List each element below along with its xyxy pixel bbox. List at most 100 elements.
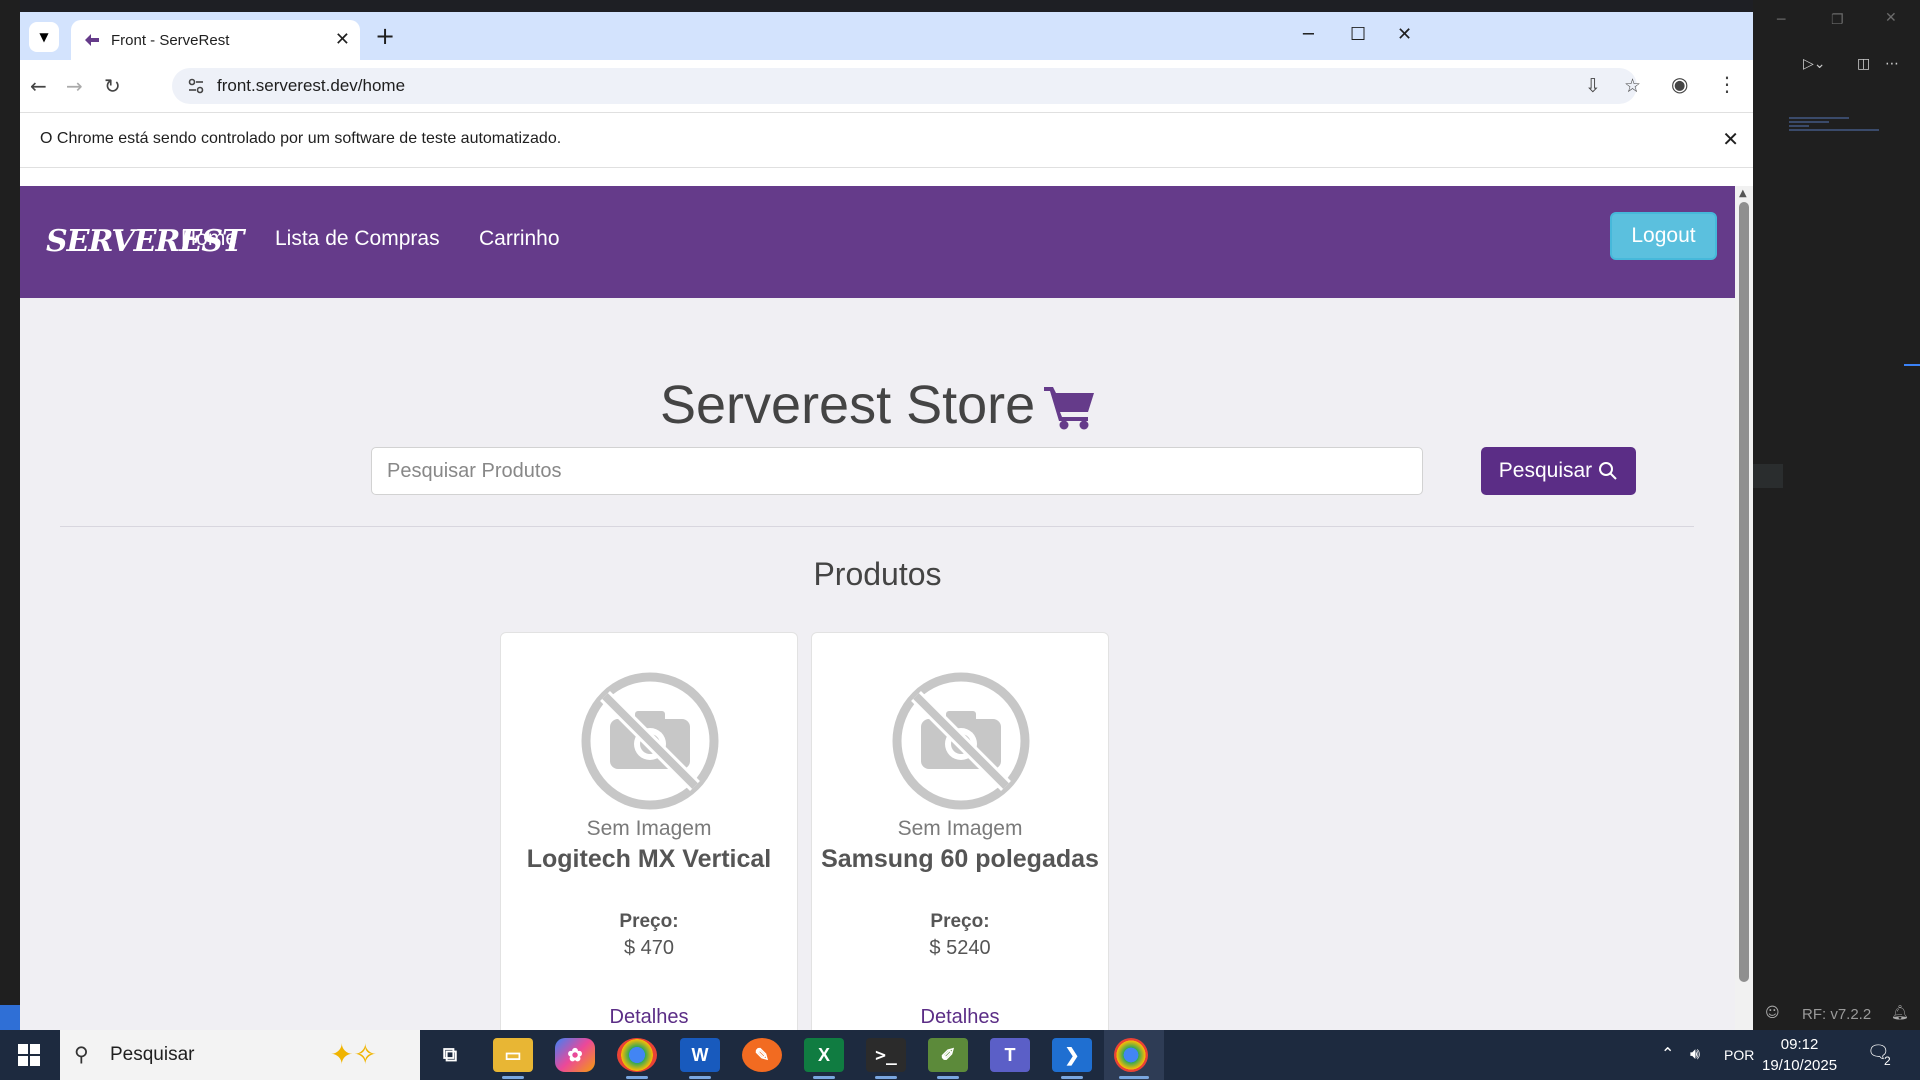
rf-version[interactable]: RF: v7.2.2 <box>1802 1006 1871 1023</box>
logout-button[interactable]: Logout <box>1610 212 1717 260</box>
new-tab-icon[interactable]: + <box>375 22 395 50</box>
clock-date: 19/10/2025 <box>1762 1057 1838 1074</box>
infobar-close-icon[interactable]: ✕ <box>1722 127 1739 151</box>
price-label: Preço: <box>619 911 679 932</box>
tab-strip: ▼ Front - ServeRest ✕ + ─ ☐ ✕ <box>20 12 1753 60</box>
postman-icon[interactable]: ✎ <box>742 1038 782 1072</box>
running-indicator <box>937 1076 959 1079</box>
site-navbar: SERVEREST Home Lista de Compras Carrinho… <box>20 186 1735 298</box>
nav-home[interactable]: Home <box>181 227 237 251</box>
background-editor-right: ─ ❐ ✕ ▷⌄ ◫ ⋯ RF: v7.2.2 ☺ 🔔︎ <box>1753 0 1920 1030</box>
serverest-favicon-icon <box>85 34 99 46</box>
editor-highlight <box>1753 464 1783 488</box>
search-input[interactable] <box>371 447 1423 495</box>
running-indicator <box>626 1076 648 1079</box>
page-scrollbar[interactable]: ▲ <box>1735 186 1753 1030</box>
site-info-icon[interactable] <box>186 76 206 96</box>
nav-lista-de-compras[interactable]: Lista de Compras <box>275 227 440 251</box>
store-title: Serverest Store <box>660 375 1036 435</box>
product-card: Sem Imagem Logitech MX Vertical Preço: $… <box>500 632 798 1030</box>
clock-time: 09:12 <box>1780 1036 1819 1053</box>
more-actions-icon[interactable]: ⋯ <box>1885 56 1899 72</box>
taskbar-search-label: Pesquisar <box>110 1044 195 1065</box>
scrollbar-thumb[interactable] <box>1739 202 1749 982</box>
section-title: Produtos <box>813 556 942 592</box>
address-bar[interactable]: front.serverest.dev/home ⇩ ☆ <box>172 68 1641 104</box>
minimap <box>1789 115 1889 145</box>
split-editor-icon[interactable]: ◫ <box>1857 56 1870 72</box>
details-link[interactable]: Detalhes <box>812 1006 1108 1029</box>
running-indicator <box>689 1076 711 1079</box>
bell-icon[interactable]: 🔔︎ <box>1891 1005 1909 1021</box>
details-link[interactable]: Detalhes <box>501 1006 797 1029</box>
browser-toolbar: ← → ↻ front.serverest.dev/home ⇩ ☆ ◉ ⋮ <box>20 60 1753 112</box>
tab-title: Front - ServeRest <box>111 32 230 49</box>
product-name: Logitech MX Vertical <box>526 845 772 873</box>
tab-close-icon[interactable]: ✕ <box>335 29 350 50</box>
vscode-icon[interactable]: ❯ <box>1052 1038 1092 1072</box>
editor-restore-icon[interactable]: ❐ <box>1831 12 1844 28</box>
reload-icon[interactable]: ↻ <box>104 74 121 98</box>
price-label: Preço: <box>930 911 990 932</box>
file-explorer-icon[interactable]: ▭ <box>493 1038 533 1072</box>
copilot-icon[interactable]: ☺ <box>1765 1005 1780 1021</box>
product-name: Samsung 60 polegadas <box>821 845 1099 873</box>
excel-icon[interactable]: X <box>804 1038 844 1072</box>
notepad-plus-icon[interactable]: ✐ <box>928 1038 968 1072</box>
running-indicator <box>1119 1076 1149 1079</box>
bookmark-star-icon[interactable]: ☆ <box>1624 75 1641 97</box>
running-indicator <box>813 1076 835 1079</box>
editor-minimize-icon[interactable]: ─ <box>1777 12 1785 28</box>
url-text: front.serverest.dev/home <box>217 76 406 95</box>
terminal-icon[interactable]: >_ <box>866 1038 906 1072</box>
windows-start-icon[interactable] <box>18 1044 40 1066</box>
product-price: $ 470 <box>623 937 675 959</box>
menu-icon[interactable]: ⋮ <box>1717 72 1737 96</box>
shopping-cart-icon <box>1044 387 1094 430</box>
profile-icon[interactable]: ◉ <box>1671 72 1688 96</box>
forward-icon[interactable]: → <box>66 74 83 98</box>
no-image-label: Sem Imagem <box>586 817 712 840</box>
install-app-icon[interactable]: ⇩ <box>1585 75 1601 97</box>
product-price: $ 5240 <box>929 937 991 959</box>
scroll-up-icon[interactable]: ▲ <box>1739 188 1747 199</box>
no-image-camera-icon <box>581 672 719 810</box>
chevron-down-icon: ▼ <box>39 30 49 44</box>
tab-search-button[interactable]: ▼ <box>29 22 59 52</box>
editor-indicator <box>1904 364 1920 366</box>
page-content: Serverest Store Pesquisar Produtos Pesqu… <box>20 298 1735 1030</box>
taskbar-search[interactable]: ⚲ Pesquisar ✦✧ <box>60 1030 420 1080</box>
search-button[interactable]: Pesquisar <box>1481 447 1636 495</box>
automation-infobar: O Chrome está sendo controlado por um so… <box>20 112 1753 168</box>
tray-overflow-icon[interactable]: ⌃ <box>1661 1044 1674 1063</box>
running-indicator <box>875 1076 897 1079</box>
taskbar: ⚲ Pesquisar ✦✧ ⧉ ▭ ✿ W ✎ X >_ ✐ T ❯ ⌃ 🔊︎… <box>0 1030 1920 1080</box>
minimize-icon[interactable]: ─ <box>1303 24 1314 45</box>
editor-close-icon[interactable]: ✕ <box>1885 10 1897 26</box>
search-icon: ⚲ <box>74 1042 89 1066</box>
word-icon[interactable]: W <box>680 1038 720 1072</box>
close-window-icon[interactable]: ✕ <box>1397 24 1412 45</box>
chrome-profile-icon[interactable] <box>617 1038 657 1072</box>
run-icon[interactable]: ▷⌄ <box>1803 56 1826 72</box>
nav-carrinho[interactable]: Carrinho <box>479 227 560 251</box>
chrome-icon[interactable] <box>1114 1038 1148 1072</box>
tab-active[interactable]: Front - ServeRest ✕ <box>71 20 360 60</box>
task-view-icon[interactable]: ⧉ <box>430 1038 470 1072</box>
volume-icon[interactable]: 🔊︎ <box>1690 1044 1700 1064</box>
background-editor-left <box>0 0 20 1030</box>
teams-icon[interactable]: T <box>990 1038 1030 1072</box>
clock[interactable]: 09:12 19/10/2025 <box>1762 1034 1837 1076</box>
running-indicator <box>502 1076 524 1079</box>
language-indicator[interactable]: POR <box>1724 1047 1754 1063</box>
search-icon <box>1599 462 1617 480</box>
browser-window: ▼ Front - ServeRest ✕ + ─ ☐ ✕ ← → ↻ fron… <box>20 12 1753 1030</box>
copilot-app-icon[interactable]: ✿ <box>555 1038 595 1072</box>
running-indicator <box>1061 1076 1083 1079</box>
notification-count: 2 <box>1884 1054 1891 1068</box>
copilot-sparkle-icon: ✦✧ <box>330 1038 377 1071</box>
infobar-message: O Chrome está sendo controlado por um so… <box>40 130 562 147</box>
back-icon[interactable]: ← <box>30 74 47 98</box>
no-image-label: Sem Imagem <box>897 817 1023 840</box>
maximize-icon[interactable]: ☐ <box>1350 24 1366 45</box>
